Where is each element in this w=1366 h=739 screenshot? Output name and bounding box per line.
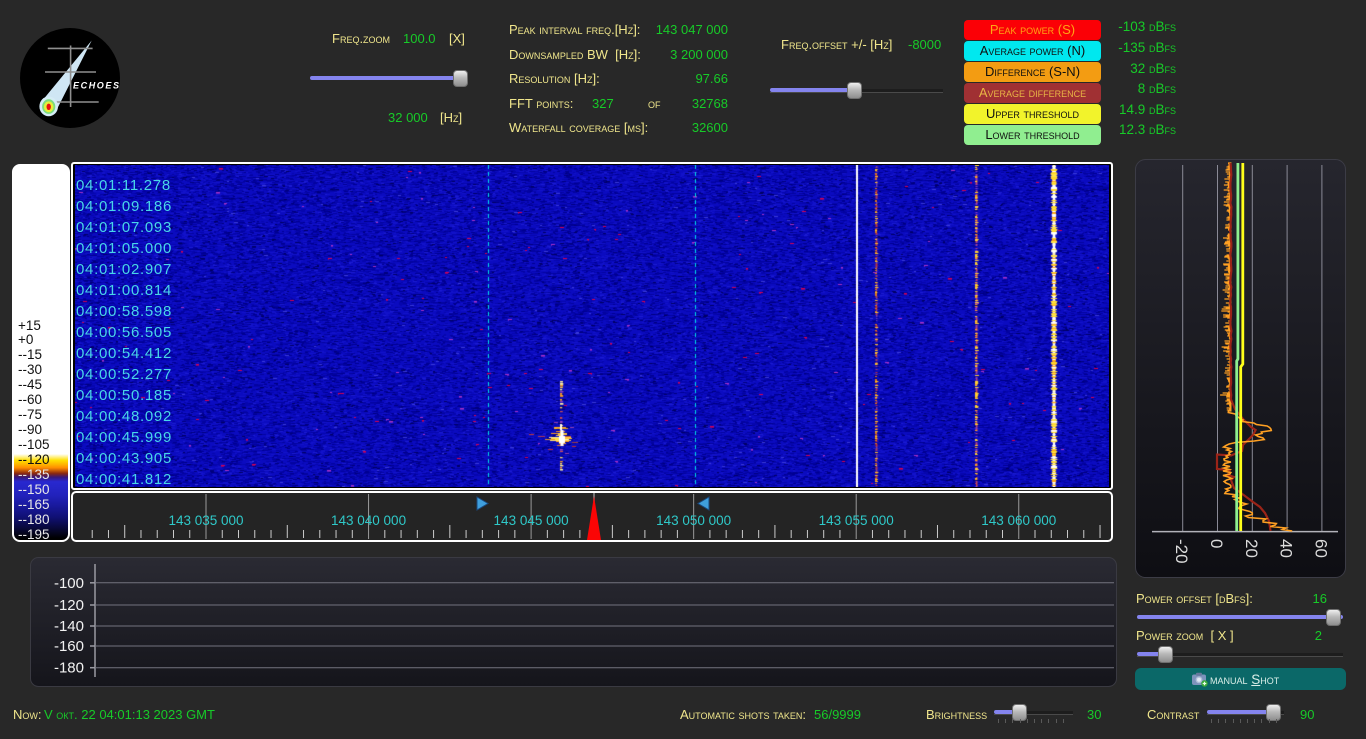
svg-text:-180: -180 bbox=[54, 660, 84, 677]
svg-text:-140: -140 bbox=[54, 618, 84, 635]
svg-text:143 040 000: 143 040 000 bbox=[331, 513, 406, 528]
svg-text:143 045 000: 143 045 000 bbox=[494, 513, 569, 528]
svg-text:-120: -120 bbox=[54, 597, 84, 614]
svg-text:0: 0 bbox=[1207, 539, 1226, 548]
svg-text:143 050 000: 143 050 000 bbox=[656, 513, 731, 528]
svg-text:-100: -100 bbox=[54, 575, 84, 592]
svg-text:ECHOES: ECHOES bbox=[73, 81, 120, 91]
svg-text:143 060 000: 143 060 000 bbox=[981, 513, 1056, 528]
svg-text:60: 60 bbox=[1311, 539, 1330, 558]
svg-text:-160: -160 bbox=[54, 638, 84, 655]
svg-text:20: 20 bbox=[1242, 539, 1261, 558]
svg-text:40: 40 bbox=[1277, 539, 1296, 558]
svg-text:-20: -20 bbox=[1172, 539, 1191, 564]
svg-text:143 035 000: 143 035 000 bbox=[168, 513, 243, 528]
svg-text:143 055 000: 143 055 000 bbox=[819, 513, 894, 528]
